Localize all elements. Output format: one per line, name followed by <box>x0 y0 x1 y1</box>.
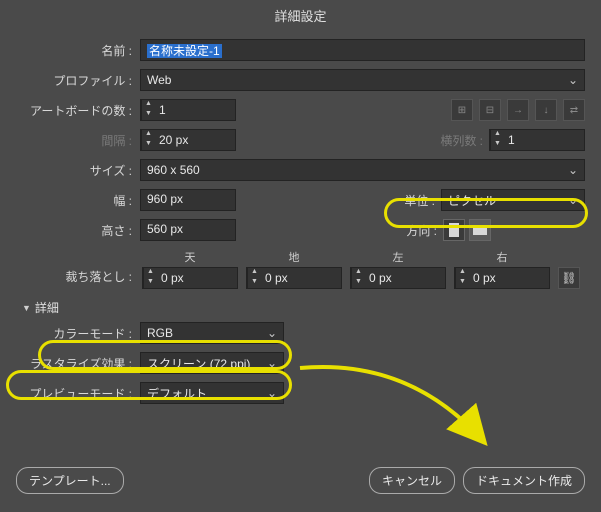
colormode-label: カラーモード : <box>16 325 134 342</box>
templates-button[interactable]: テンプレート... <box>16 467 124 494</box>
preview-select[interactable]: デフォルト ⌄ <box>140 382 284 404</box>
bleed-top-label: 天 <box>185 249 196 265</box>
step-up-icon[interactable]: ▲ <box>141 100 155 110</box>
landscape-icon <box>473 225 487 235</box>
chevron-down-icon: ⌄ <box>568 193 578 207</box>
layout-reverse-icon[interactable]: ⇄ <box>563 99 585 121</box>
units-value: ピクセル <box>448 192 496 209</box>
columns-label: 横列数 : <box>427 132 483 149</box>
raster-label: ラスタライズ効果 : <box>16 355 134 372</box>
layout-arrow-right-icon[interactable]: → <box>507 99 529 121</box>
profile-select[interactable]: Web ⌄ <box>140 69 585 91</box>
orient-portrait-button[interactable] <box>443 219 465 241</box>
dialog-title: 詳細設定 <box>0 0 601 39</box>
bleed-left-label: 左 <box>393 249 404 265</box>
size-label: サイズ : <box>16 162 134 179</box>
height-input[interactable]: 560 px <box>140 219 236 241</box>
preview-value: デフォルト <box>147 385 207 402</box>
bleed-right-stepper[interactable]: ▲▼0 px <box>454 267 550 289</box>
artboard-layout-strip: ⊞ ⊟ → ↓ ⇄ <box>451 99 585 121</box>
columns-stepper: ▲▼ 1 <box>489 129 585 151</box>
colormode-select[interactable]: RGB ⌄ <box>140 322 284 344</box>
bleed-left-stepper[interactable]: ▲▼0 px <box>350 267 446 289</box>
raster-select[interactable]: スクリーン (72 ppi) ⌄ <box>140 352 284 374</box>
chevron-down-icon: ⌄ <box>267 386 277 400</box>
create-button[interactable]: ドキュメント作成 <box>463 467 585 494</box>
bleed-right-label: 右 <box>497 249 508 265</box>
colormode-value: RGB <box>147 326 173 340</box>
columns-value: 1 <box>504 133 584 147</box>
height-label: 高さ : <box>16 222 134 239</box>
name-label: 名前 : <box>16 42 134 59</box>
profile-value: Web <box>147 73 171 87</box>
advanced-label: 詳細 <box>35 299 59 316</box>
chevron-down-icon: ⌄ <box>267 326 277 340</box>
layout-grid-row-icon[interactable]: ⊞ <box>451 99 473 121</box>
width-label: 幅 : <box>16 192 134 209</box>
artboards-label: アートボードの数 : <box>16 102 134 119</box>
disclosure-triangle-icon: ▼ <box>22 303 31 313</box>
raster-value: スクリーン (72 ppi) <box>147 355 250 372</box>
bleed-link-icon[interactable]: ⛓ <box>558 267 580 289</box>
chevron-down-icon: ⌄ <box>568 73 578 87</box>
chevron-down-icon: ⌄ <box>568 163 578 177</box>
artboards-stepper[interactable]: ▲▼ 1 <box>140 99 236 121</box>
bleed-top-stepper[interactable]: ▲▼0 px <box>142 267 238 289</box>
layout-arrow-down-icon[interactable]: ↓ <box>535 99 557 121</box>
name-input[interactable]: 名称未設定-1 <box>140 39 585 61</box>
profile-label: プロファイル : <box>16 72 134 89</box>
artboards-value: 1 <box>155 103 235 117</box>
name-value: 名称未設定-1 <box>147 44 222 58</box>
size-value: 960 x 560 <box>147 163 200 177</box>
preview-label: プレビューモード : <box>16 385 134 402</box>
portrait-icon <box>449 223 459 237</box>
spacing-label: 間隔 : <box>16 132 134 149</box>
advanced-header[interactable]: ▼ 詳細 <box>22 299 585 316</box>
units-label: 単位 : <box>395 192 435 209</box>
units-select[interactable]: ピクセル ⌄ <box>441 189 585 211</box>
size-select[interactable]: 960 x 560 ⌄ <box>140 159 585 181</box>
chevron-down-icon: ⌄ <box>267 356 277 370</box>
cancel-button[interactable]: キャンセル <box>369 467 455 494</box>
step-down-icon[interactable]: ▼ <box>141 110 155 120</box>
bleed-bottom-label: 地 <box>289 249 300 265</box>
width-input[interactable]: 960 px <box>140 189 236 211</box>
orient-landscape-button[interactable] <box>469 219 491 241</box>
orient-label: 方向 : <box>397 222 437 239</box>
bleed-bottom-stepper[interactable]: ▲▼0 px <box>246 267 342 289</box>
bleed-label: 裁ち落とし : <box>16 268 134 289</box>
layout-grid-col-icon[interactable]: ⊟ <box>479 99 501 121</box>
spacing-stepper: ▲▼ 20 px <box>140 129 236 151</box>
spacing-value: 20 px <box>155 133 235 147</box>
